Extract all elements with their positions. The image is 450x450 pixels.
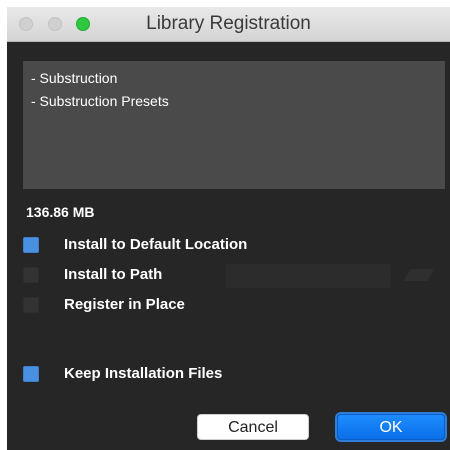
keep-files-checkbox[interactable] xyxy=(23,366,39,382)
install-default-checkbox[interactable] xyxy=(23,237,39,253)
register-in-place-checkbox[interactable] xyxy=(23,297,39,313)
size-label: 136.86 MB xyxy=(26,204,95,220)
option-register-in-place[interactable]: Register in Place xyxy=(7,294,450,316)
library-registration-dialog: Library Registration - Substruction - Su… xyxy=(7,7,450,450)
list-item[interactable]: - Substruction xyxy=(23,67,445,90)
ok-button[interactable]: OK xyxy=(337,414,445,440)
install-path-input[interactable] xyxy=(226,264,391,288)
option-install-default[interactable]: Install to Default Location xyxy=(7,234,450,256)
title-bar: Library Registration xyxy=(7,7,450,42)
register-in-place-label[interactable]: Register in Place xyxy=(64,296,185,313)
option-keep-files[interactable]: Keep Installation Files xyxy=(7,363,450,385)
install-to-path-checkbox[interactable] xyxy=(23,267,39,283)
list-item[interactable]: - Substruction Presets xyxy=(23,90,445,113)
install-to-path-label[interactable]: Install to Path xyxy=(64,266,162,283)
package-list[interactable]: - Substruction - Substruction Presets xyxy=(23,61,445,189)
keep-files-label[interactable]: Keep Installation Files xyxy=(64,365,222,382)
cancel-button[interactable]: Cancel xyxy=(197,414,309,440)
install-default-label[interactable]: Install to Default Location xyxy=(64,236,247,253)
window-title: Library Registration xyxy=(146,13,311,34)
